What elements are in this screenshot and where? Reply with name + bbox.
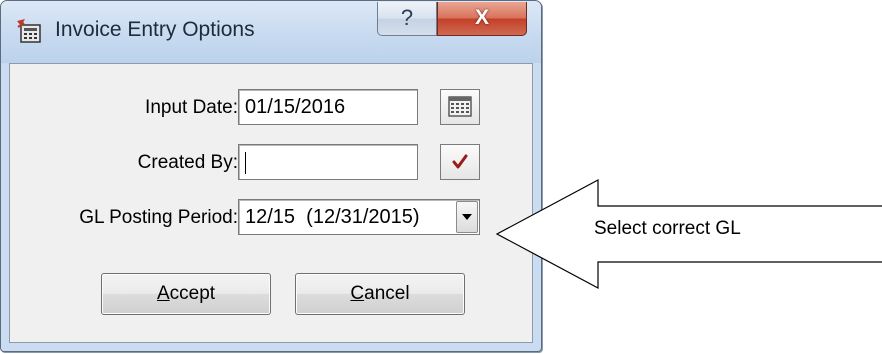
callout-arrow bbox=[495, 178, 882, 290]
callout-text: Select correct GL bbox=[594, 218, 741, 239]
